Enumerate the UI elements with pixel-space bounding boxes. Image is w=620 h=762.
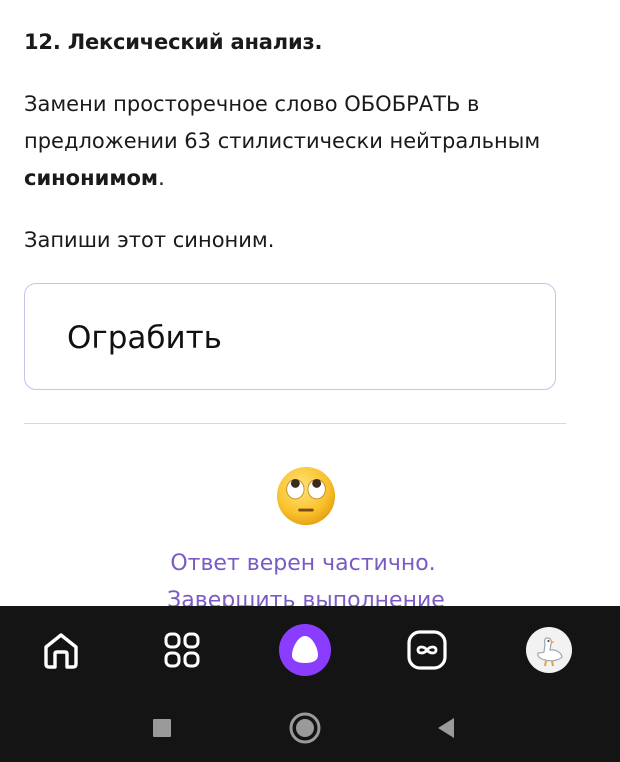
divider bbox=[24, 423, 566, 424]
rolling-eyes-emoji-icon bbox=[276, 466, 336, 526]
infinity-feed-icon bbox=[407, 630, 447, 670]
home-icon bbox=[44, 633, 78, 669]
system-home-button[interactable] bbox=[283, 706, 327, 750]
task-question-bold: синонимом bbox=[24, 166, 159, 190]
services-grid-icon bbox=[164, 632, 200, 668]
result-status: Ответ верен частично. bbox=[170, 551, 436, 576]
system-navigation-bar bbox=[0, 694, 620, 762]
feed-button[interactable] bbox=[399, 622, 455, 678]
recents-button[interactable] bbox=[140, 706, 184, 750]
home-button[interactable] bbox=[33, 622, 89, 678]
answer-field[interactable]: Ограбить bbox=[24, 283, 556, 390]
task-question-text: Замени просторечное слово ОБОБРАТЬ в пре… bbox=[24, 92, 541, 153]
alice-assistant-button[interactable] bbox=[277, 622, 333, 678]
finish-link[interactable]: Завершить выполнение bbox=[0, 582, 612, 606]
task-question: Замени просторечное слово ОБОБРАТЬ в пре… bbox=[24, 86, 584, 197]
task-content: 12. Лексический анализ. Замени простореч… bbox=[0, 0, 620, 606]
back-button[interactable] bbox=[424, 706, 468, 750]
alice-assistant-icon bbox=[279, 624, 331, 676]
profile-avatar-goose-icon bbox=[526, 627, 572, 673]
home-circle-icon bbox=[289, 712, 321, 744]
task-instruction: Запиши этот синоним. bbox=[24, 228, 275, 252]
back-triangle-icon bbox=[438, 718, 454, 738]
task-question-end: . bbox=[158, 166, 165, 190]
services-button[interactable] bbox=[154, 622, 210, 678]
task-title: 12. Лексический анализ. bbox=[24, 30, 323, 54]
profile-button[interactable] bbox=[521, 622, 577, 678]
answer-value: Ограбить bbox=[67, 320, 222, 356]
recents-square-icon bbox=[153, 719, 171, 737]
bottom-navigation bbox=[0, 606, 620, 694]
